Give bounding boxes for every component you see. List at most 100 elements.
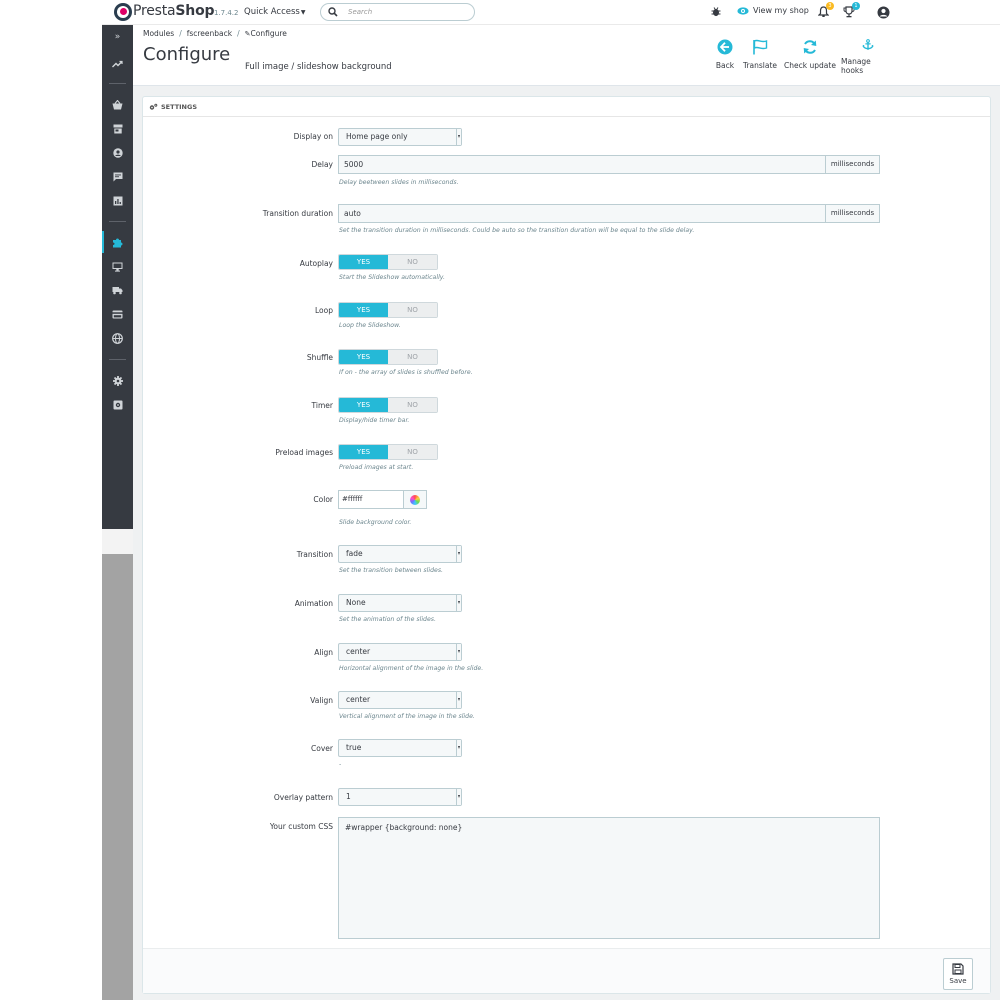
color-picker-button[interactable] xyxy=(404,490,427,509)
search-input[interactable] xyxy=(348,6,468,18)
valign-select[interactable]: center xyxy=(338,691,462,709)
sidebar-item-international[interactable] xyxy=(111,332,124,345)
sidebar-divider xyxy=(109,359,126,360)
sidebar-item-settings[interactable] xyxy=(111,374,124,387)
settings-panel: SETTINGS Display on Home page only Delay… xyxy=(142,96,991,994)
check-update-button[interactable]: Check update xyxy=(783,39,837,75)
manage-hooks-button[interactable]: Manage hooks xyxy=(841,39,895,75)
sidebar-item-customers[interactable] xyxy=(111,146,124,159)
page-title: Configure xyxy=(143,44,231,65)
orders-button[interactable]: 1 xyxy=(843,2,860,18)
translate-label: Translate xyxy=(742,61,778,70)
sidebar-collapse-button[interactable]: » xyxy=(111,31,124,44)
save-button[interactable]: Save xyxy=(943,958,973,990)
transition-duration-unit: milliseconds xyxy=(826,204,880,223)
loop-yes[interactable]: YES xyxy=(339,303,388,317)
bug-icon[interactable] xyxy=(711,7,721,17)
notifications-button[interactable]: 3 xyxy=(817,2,834,18)
anchor-icon xyxy=(862,39,874,50)
panel-footer: Save xyxy=(143,948,990,993)
puzzle-icon xyxy=(113,238,123,248)
double-chevron-right-icon: » xyxy=(114,32,121,42)
sidebar-item-design[interactable] xyxy=(111,260,124,273)
autoplay-no[interactable]: NO xyxy=(388,255,437,269)
panel-heading: SETTINGS xyxy=(143,97,990,117)
overlay-pattern-select[interactable]: 1 xyxy=(338,788,462,806)
cover-select[interactable]: true xyxy=(338,739,462,757)
breadcrumb-separator: / xyxy=(179,29,182,38)
transition-select[interactable]: fade xyxy=(338,545,462,563)
shuffle-switch[interactable]: YES NO xyxy=(338,349,438,365)
sidebar: » xyxy=(102,25,133,1000)
quick-access-dropdown[interactable]: Quick Access▼ xyxy=(244,7,305,17)
cover-help: - xyxy=(339,761,342,768)
select-arrow-icon xyxy=(458,601,460,604)
gear-icon xyxy=(112,375,123,386)
notifications-badge: 3 xyxy=(826,2,834,10)
search-icon[interactable] xyxy=(328,7,338,17)
eye-icon xyxy=(737,6,749,15)
credit-card-icon xyxy=(112,310,123,319)
valign-label: Valign xyxy=(310,696,333,705)
color-input[interactable]: #ffffff xyxy=(338,490,404,509)
timer-no[interactable]: NO xyxy=(388,398,437,412)
page-subtitle: Full image / slideshow background xyxy=(245,62,392,72)
animation-help: Set the animation of the slides. xyxy=(339,616,436,623)
user-circle-icon xyxy=(112,147,123,158)
translate-button[interactable]: Translate xyxy=(741,39,779,75)
timer-switch[interactable]: YES NO xyxy=(338,397,438,413)
back-button[interactable]: Back xyxy=(711,39,739,75)
custom-css-textarea[interactable]: #wrapper {background: none} xyxy=(338,817,880,939)
panel-title: SETTINGS xyxy=(161,102,198,111)
brand-name-bold: Shop xyxy=(175,3,215,19)
delay-help: Delay beetween slides in milliseconds. xyxy=(339,179,459,186)
loop-no[interactable]: NO xyxy=(388,303,437,317)
breadcrumb-modules[interactable]: Modules xyxy=(143,29,174,38)
sidebar-item-stats[interactable] xyxy=(111,194,124,207)
valign-help: Vertical alignment of the image in the s… xyxy=(339,713,475,720)
timer-yes[interactable]: YES xyxy=(339,398,388,412)
sidebar-item-payment[interactable] xyxy=(111,308,124,321)
animation-label: Animation xyxy=(294,599,333,608)
sidebar-item-messages[interactable] xyxy=(111,170,124,183)
sidebar-divider xyxy=(109,221,126,222)
display-on-label: Display on xyxy=(293,132,333,141)
trending-up-icon xyxy=(112,60,123,67)
globe-icon xyxy=(112,333,123,344)
search-box[interactable] xyxy=(320,3,475,21)
breadcrumb-module[interactable]: fscreenback xyxy=(187,29,232,38)
sidebar-item-advanced-parameters[interactable] xyxy=(111,398,124,411)
autoplay-switch[interactable]: YES NO xyxy=(338,254,438,270)
select-arrow-icon xyxy=(458,552,460,555)
delay-input[interactable]: 5000 xyxy=(338,155,826,174)
shuffle-no[interactable]: NO xyxy=(388,350,437,364)
timer-label: Timer xyxy=(311,401,333,410)
sidebar-item-modules[interactable] xyxy=(111,236,124,249)
animation-select[interactable]: None xyxy=(338,594,462,612)
account-icon[interactable] xyxy=(877,6,890,19)
brand-name[interactable]: PrestaShop xyxy=(133,3,215,19)
sidebar-item-catalog[interactable] xyxy=(111,122,124,135)
sidebar-item-shipping[interactable] xyxy=(111,284,124,297)
preload-images-no[interactable]: NO xyxy=(388,445,437,459)
loop-switch[interactable]: YES NO xyxy=(338,302,438,318)
transition-value: fade xyxy=(346,549,363,558)
sidebar-item-orders[interactable] xyxy=(111,98,124,111)
select-arrow-icon xyxy=(458,795,460,798)
transition-duration-input[interactable]: auto xyxy=(338,204,826,223)
align-select[interactable]: center xyxy=(338,643,462,661)
prestashop-logo-icon[interactable] xyxy=(114,3,132,21)
overlay-pattern-label: Overlay pattern xyxy=(273,793,333,802)
display-on-value: Home page only xyxy=(346,132,408,141)
shuffle-yes[interactable]: YES xyxy=(339,350,388,364)
cogs-icon xyxy=(149,103,158,110)
breadcrumb-separator: / xyxy=(237,29,240,38)
preload-images-yes[interactable]: YES xyxy=(339,445,388,459)
color-wheel-icon xyxy=(410,494,420,505)
transition-help: Set the transition between slides. xyxy=(339,567,444,574)
display-on-select[interactable]: Home page only xyxy=(338,128,462,146)
sidebar-item-dashboard[interactable] xyxy=(111,57,124,70)
preload-images-switch[interactable]: YES NO xyxy=(338,444,438,460)
autoplay-yes[interactable]: YES xyxy=(339,255,388,269)
view-my-shop-link[interactable]: View my shop xyxy=(737,6,809,15)
